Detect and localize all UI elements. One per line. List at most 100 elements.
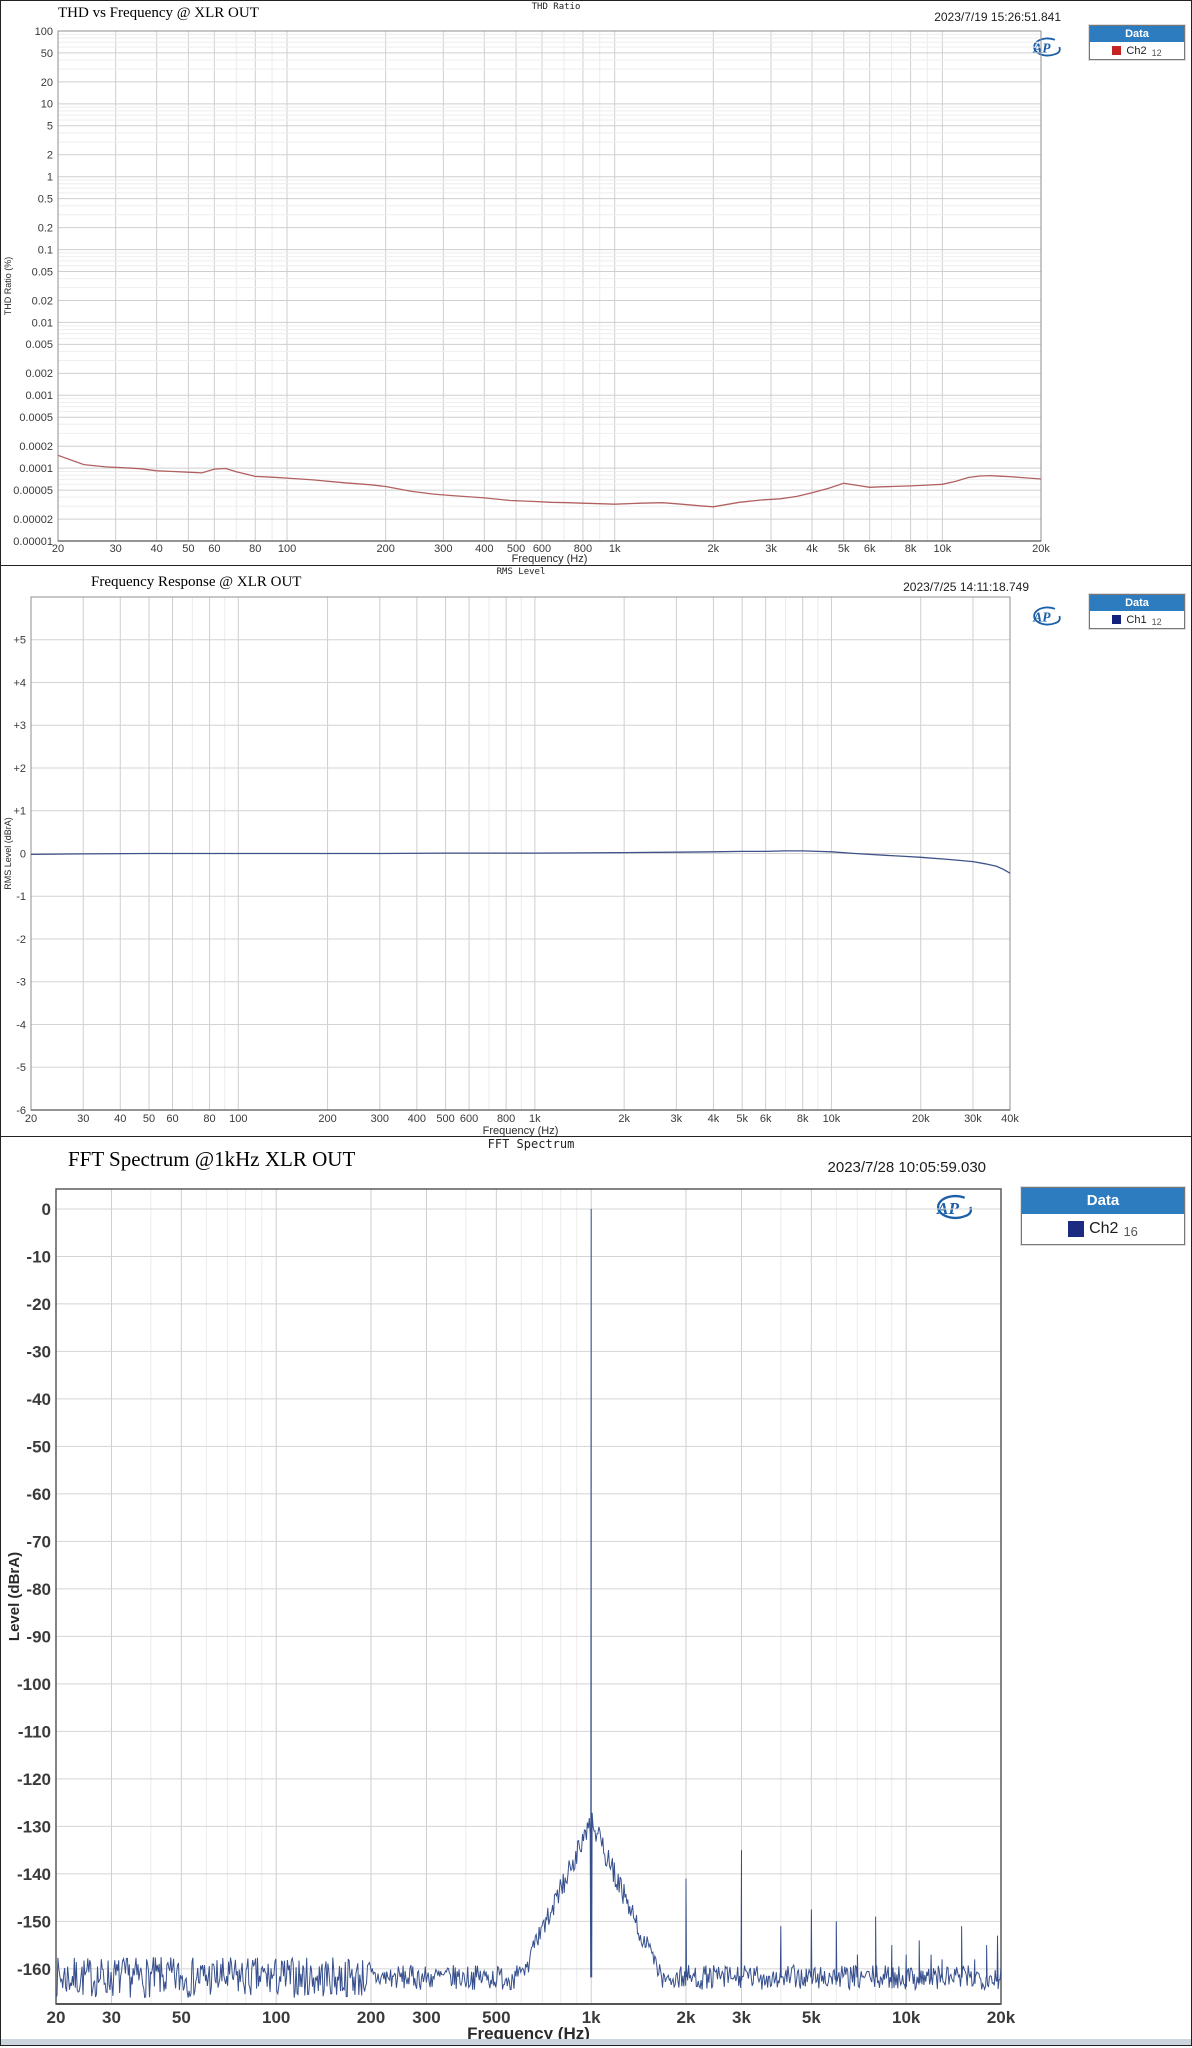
svg-text:+2: +2 — [13, 763, 26, 775]
svg-text:20: 20 — [52, 543, 64, 555]
svg-text:50: 50 — [41, 48, 53, 60]
svg-text:10k: 10k — [823, 1113, 841, 1125]
svg-text:-50: -50 — [26, 1437, 51, 1456]
svg-text:2k: 2k — [708, 543, 720, 555]
svg-text:0.1: 0.1 — [38, 244, 53, 256]
svg-text:6k: 6k — [760, 1113, 772, 1125]
svg-text:-160: -160 — [17, 1960, 51, 1979]
svg-text:0.0002: 0.0002 — [19, 441, 53, 453]
svg-text:300: 300 — [371, 1113, 389, 1125]
svg-text:3k: 3k — [671, 1113, 683, 1125]
svg-text:500: 500 — [436, 1113, 454, 1125]
svg-text:Frequency (Hz): Frequency (Hz) — [512, 553, 588, 565]
svg-text:Level (dBrA): Level (dBrA) — [6, 1552, 23, 1641]
svg-text:-3: -3 — [16, 977, 26, 989]
svg-text:0.01: 0.01 — [32, 317, 53, 329]
svg-text:300: 300 — [412, 2008, 440, 2027]
svg-text:80: 80 — [249, 543, 261, 555]
svg-text:60: 60 — [208, 543, 220, 555]
svg-text:-70: -70 — [26, 1532, 51, 1551]
svg-text:+3: +3 — [13, 720, 26, 732]
svg-text:-90: -90 — [26, 1627, 51, 1646]
svg-text:400: 400 — [408, 1113, 426, 1125]
svg-text:-2: -2 — [16, 934, 26, 946]
svg-text:10k: 10k — [933, 543, 951, 555]
svg-text:40: 40 — [114, 1113, 126, 1125]
svg-text:3k: 3k — [765, 543, 777, 555]
svg-text:-1: -1 — [16, 891, 26, 903]
svg-text:20k: 20k — [912, 1113, 930, 1125]
svg-text:30: 30 — [110, 543, 122, 555]
svg-text:100: 100 — [35, 26, 53, 38]
svg-text:-80: -80 — [26, 1580, 51, 1599]
svg-text:0.001: 0.001 — [25, 390, 53, 402]
svg-text:-40: -40 — [26, 1390, 51, 1409]
svg-text:-5: -5 — [16, 1062, 26, 1074]
svg-text:400: 400 — [475, 543, 493, 555]
svg-text:200: 200 — [376, 543, 394, 555]
svg-text:0: 0 — [42, 1200, 51, 1219]
ap-measurement-report: THD Ratio THD vs Frequency @ XLR OUT 202… — [0, 0, 1192, 2046]
svg-text:30: 30 — [77, 1113, 89, 1125]
svg-text:2: 2 — [47, 150, 53, 162]
svg-text:-20: -20 — [26, 1295, 51, 1314]
frequency-response-chart-panel: RMS Level Frequency Response @ XLR OUT 2… — [0, 565, 1192, 1137]
svg-text:5k: 5k — [802, 2008, 821, 2027]
svg-text:4k: 4k — [708, 1113, 720, 1125]
svg-text:-120: -120 — [17, 1770, 51, 1789]
svg-text:0.002: 0.002 — [25, 368, 53, 380]
svg-text:0.05: 0.05 — [32, 266, 53, 278]
svg-text:5k: 5k — [838, 543, 850, 555]
svg-text:-10: -10 — [26, 1247, 51, 1266]
svg-text:5k: 5k — [736, 1113, 748, 1125]
frequency-response-plot-area: 2030405060801002003004005006008001k2k3k4… — [1, 566, 1191, 1136]
svg-text:-60: -60 — [26, 1485, 51, 1504]
svg-text:30k: 30k — [964, 1113, 982, 1125]
svg-text:+1: +1 — [13, 806, 26, 818]
svg-text:20k: 20k — [1032, 543, 1050, 555]
svg-text:100: 100 — [278, 543, 296, 555]
svg-text:0.00002: 0.00002 — [13, 514, 53, 526]
window-bottom-strip — [1, 2039, 1191, 2045]
svg-text:0.02: 0.02 — [32, 295, 53, 307]
svg-text:2k: 2k — [618, 1113, 630, 1125]
svg-text:1k: 1k — [529, 1113, 541, 1125]
fft-spectrum-chart-panel: FFT Spectrum FFT Spectrum @1kHz XLR OUT … — [0, 1136, 1192, 2046]
svg-text:-130: -130 — [17, 1817, 51, 1836]
svg-text:800: 800 — [497, 1113, 515, 1125]
svg-text:RMS Level (dBrA): RMS Level (dBrA) — [3, 817, 13, 890]
svg-text:100: 100 — [229, 1113, 247, 1125]
svg-text:THD Ratio (%): THD Ratio (%) — [3, 257, 13, 316]
svg-text:-140: -140 — [17, 1865, 51, 1884]
svg-text:0: 0 — [20, 848, 26, 860]
svg-text:8k: 8k — [797, 1113, 809, 1125]
svg-text:1k: 1k — [609, 543, 621, 555]
svg-text:2k: 2k — [677, 2008, 696, 2027]
svg-text:0.00001: 0.00001 — [13, 536, 53, 548]
svg-text:+5: +5 — [13, 635, 26, 647]
svg-text:-30: -30 — [26, 1342, 51, 1361]
thd-plot-area: 2030405060801002003004005006008001k2k3k4… — [1, 1, 1191, 565]
svg-text:20: 20 — [41, 77, 53, 89]
svg-text:4k: 4k — [806, 543, 818, 555]
svg-text:0.0005: 0.0005 — [19, 412, 53, 424]
svg-text:20: 20 — [47, 2008, 66, 2027]
svg-text:60: 60 — [166, 1113, 178, 1125]
svg-text:3k: 3k — [732, 2008, 751, 2027]
svg-text:50: 50 — [182, 543, 194, 555]
svg-text:300: 300 — [434, 543, 452, 555]
svg-text:600: 600 — [460, 1113, 478, 1125]
svg-text:0.005: 0.005 — [25, 339, 53, 351]
thd-chart-panel: THD Ratio THD vs Frequency @ XLR OUT 202… — [0, 0, 1192, 566]
svg-text:8k: 8k — [905, 543, 917, 555]
svg-text:20: 20 — [25, 1113, 37, 1125]
svg-text:Frequency (Hz): Frequency (Hz) — [483, 1125, 559, 1136]
svg-text:0.0001: 0.0001 — [19, 463, 53, 475]
svg-text:50: 50 — [172, 2008, 191, 2027]
svg-text:200: 200 — [318, 1113, 336, 1125]
svg-text:6k: 6k — [864, 543, 876, 555]
svg-text:10k: 10k — [892, 2008, 921, 2027]
svg-text:1: 1 — [47, 172, 53, 184]
svg-text:5: 5 — [47, 121, 53, 133]
svg-text:-150: -150 — [17, 1912, 51, 1931]
